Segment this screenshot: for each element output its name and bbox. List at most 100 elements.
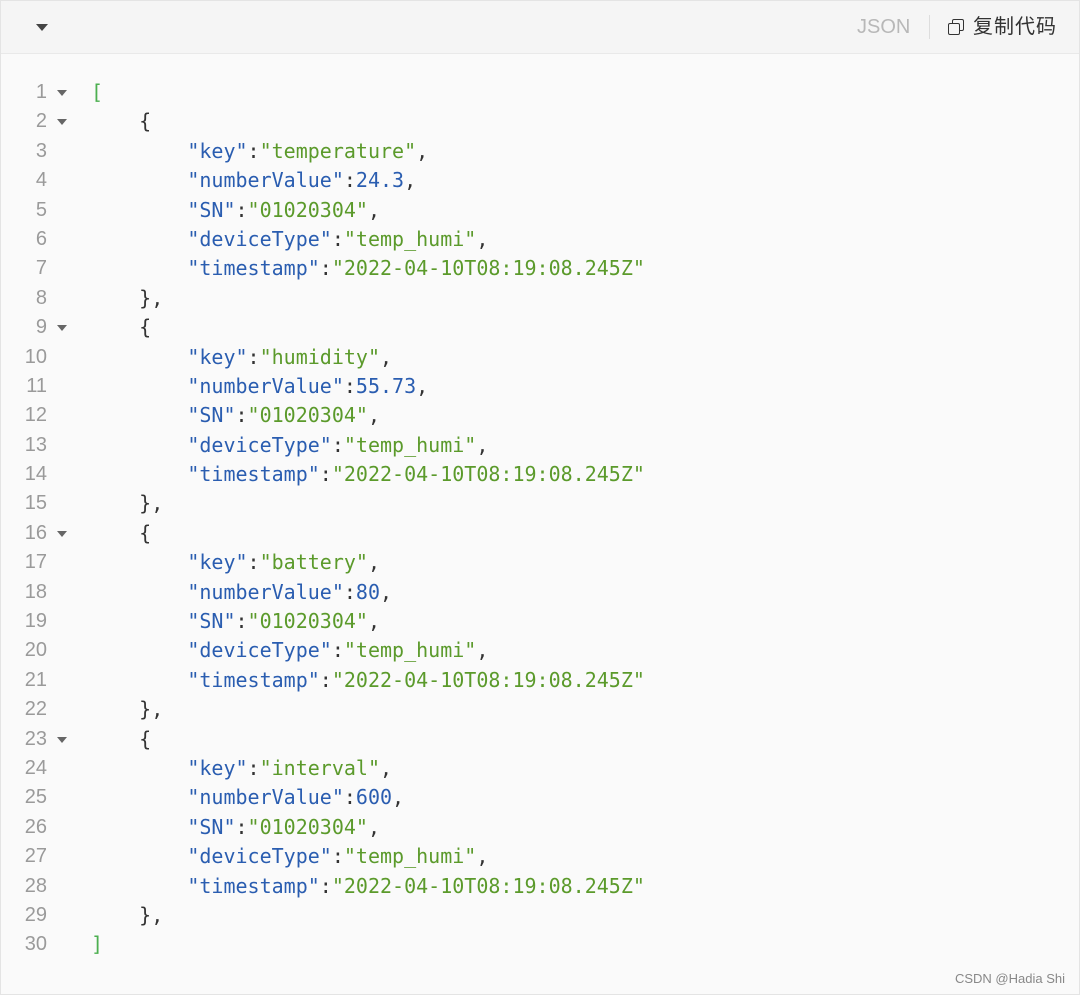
- token-punct: :: [343, 579, 356, 604]
- token-key: "timestamp": [187, 462, 320, 487]
- token-punct: [91, 374, 187, 398]
- line-number: 9: [35, 316, 47, 339]
- token-punct: :: [343, 373, 356, 398]
- token-punct: },: [91, 697, 164, 722]
- token-key: "numberValue": [187, 785, 344, 810]
- token-key: "SN": [187, 403, 236, 428]
- line-content: "timestamp":"2022-04-10T08:19:08.245Z": [91, 254, 645, 283]
- token-str: "01020304": [247, 609, 368, 634]
- token-str: "temp_humi": [343, 844, 477, 869]
- line-number: 11: [26, 374, 47, 397]
- token-punct: :: [247, 344, 260, 369]
- token-punct: },: [91, 491, 164, 516]
- token-str: "2022-04-10T08:19:08.245Z": [331, 462, 645, 487]
- token-str: "01020304": [247, 814, 368, 839]
- fold-caret-icon[interactable]: [57, 119, 67, 126]
- line-content: "deviceType":"temp_humi",: [91, 431, 488, 460]
- token-str: "interval": [259, 755, 381, 780]
- token-punct: [91, 345, 187, 369]
- line-content: "numberValue":55.73,: [91, 372, 428, 401]
- code-line: 21 "timestamp":"2022-04-10T08:19:08.245Z…: [1, 666, 1079, 695]
- line-content: "SN":"01020304",: [91, 401, 380, 430]
- line-content: ]: [91, 930, 103, 959]
- line-content: "timestamp":"2022-04-10T08:19:08.245Z": [91, 872, 645, 901]
- token-punct: :: [247, 138, 260, 163]
- token-key: "timestamp": [187, 256, 320, 281]
- line-content: "key":"interval",: [91, 754, 392, 783]
- line-content: {: [91, 107, 151, 136]
- token-punct: :: [331, 844, 344, 869]
- token-punct: ,: [476, 432, 489, 457]
- line-content: "deviceType":"temp_humi",: [91, 225, 488, 254]
- token-punct: [91, 550, 187, 574]
- line-number: 22: [24, 698, 47, 721]
- code-editor[interactable]: 1[2 {3 "key":"temperature", 4 "numberValu…: [1, 54, 1079, 994]
- token-punct: [91, 874, 187, 898]
- line-number: 28: [24, 874, 47, 897]
- token-punct: [91, 756, 187, 780]
- token-punct: :: [331, 432, 344, 457]
- line-number: 18: [24, 580, 47, 603]
- token-str: "01020304": [247, 197, 368, 222]
- token-punct: {: [91, 109, 152, 134]
- line-content: },: [91, 489, 163, 518]
- code-line: 5 "SN":"01020304",: [1, 196, 1079, 225]
- token-str: "temp_humi": [343, 638, 477, 663]
- line-number: 1: [35, 81, 47, 103]
- code-line: 26 "SN":"01020304",: [1, 813, 1079, 842]
- token-punct: ,: [367, 609, 381, 634]
- token-punct: :: [235, 403, 248, 428]
- fold-caret-icon[interactable]: [57, 530, 67, 537]
- token-punct: ,: [416, 373, 429, 398]
- code-line: 2 {: [1, 107, 1079, 136]
- code-line: 9 {: [1, 313, 1079, 342]
- code-line: 22 },: [1, 695, 1079, 724]
- token-punct: [91, 638, 187, 662]
- line-content: "deviceType":"temp_humi",: [91, 636, 488, 665]
- line-content: "timestamp":"2022-04-10T08:19:08.245Z": [91, 666, 645, 695]
- fold-caret-icon[interactable]: [57, 325, 67, 332]
- token-punct: [91, 227, 187, 251]
- line-number: 23: [24, 727, 47, 750]
- code-line: 7 "timestamp":"2022-04-10T08:19:08.245Z": [1, 254, 1079, 283]
- token-str: "2022-04-10T08:19:08.245Z": [331, 256, 645, 281]
- token-punct: ,: [367, 814, 381, 839]
- token-bracket: ]: [91, 932, 104, 957]
- line-number: 3: [35, 139, 47, 162]
- token-punct: [91, 580, 187, 604]
- token-punct: ,: [380, 579, 393, 604]
- token-punct: ,: [404, 168, 417, 193]
- language-label: JSON: [857, 16, 911, 38]
- token-punct: :: [319, 667, 332, 692]
- watermark: CSDN @Hadia Shi: [954, 971, 1065, 986]
- token-key: "deviceType": [187, 844, 332, 869]
- line-number: 6: [35, 227, 47, 250]
- line-content: "numberValue":600,: [91, 783, 404, 812]
- fold-caret-icon[interactable]: [57, 90, 67, 96]
- token-key: "key": [187, 344, 248, 369]
- copy-code-button[interactable]: 复制代码: [947, 13, 1057, 41]
- token-punct: :: [319, 256, 332, 281]
- code-line: 1[: [1, 78, 1079, 107]
- code-line: 10 "key":"humidity",: [1, 343, 1079, 372]
- line-content: {: [91, 725, 151, 754]
- token-punct: ,: [367, 403, 381, 428]
- token-key: "SN": [187, 814, 236, 839]
- line-content: "key":"temperature",: [91, 137, 428, 166]
- token-punct: [91, 668, 187, 692]
- caret-down-icon[interactable]: [33, 19, 51, 35]
- token-punct: :: [343, 168, 356, 193]
- token-key: "timestamp": [187, 873, 320, 898]
- token-punct: ,: [380, 755, 393, 780]
- code-lines: 1[2 {3 "key":"temperature", 4 "numberValu…: [1, 78, 1079, 960]
- token-punct: ,: [416, 138, 429, 163]
- token-punct: ,: [392, 785, 405, 810]
- line-content: {: [91, 313, 151, 342]
- line-number: 29: [24, 903, 47, 926]
- line-content: "key":"humidity",: [91, 343, 392, 372]
- token-punct: [91, 462, 187, 486]
- token-str: "temp_humi": [343, 432, 477, 457]
- fold-caret-icon[interactable]: [57, 736, 67, 743]
- code-line: 27 "deviceType":"temp_humi",: [1, 842, 1079, 871]
- token-str: "humidity": [259, 344, 381, 369]
